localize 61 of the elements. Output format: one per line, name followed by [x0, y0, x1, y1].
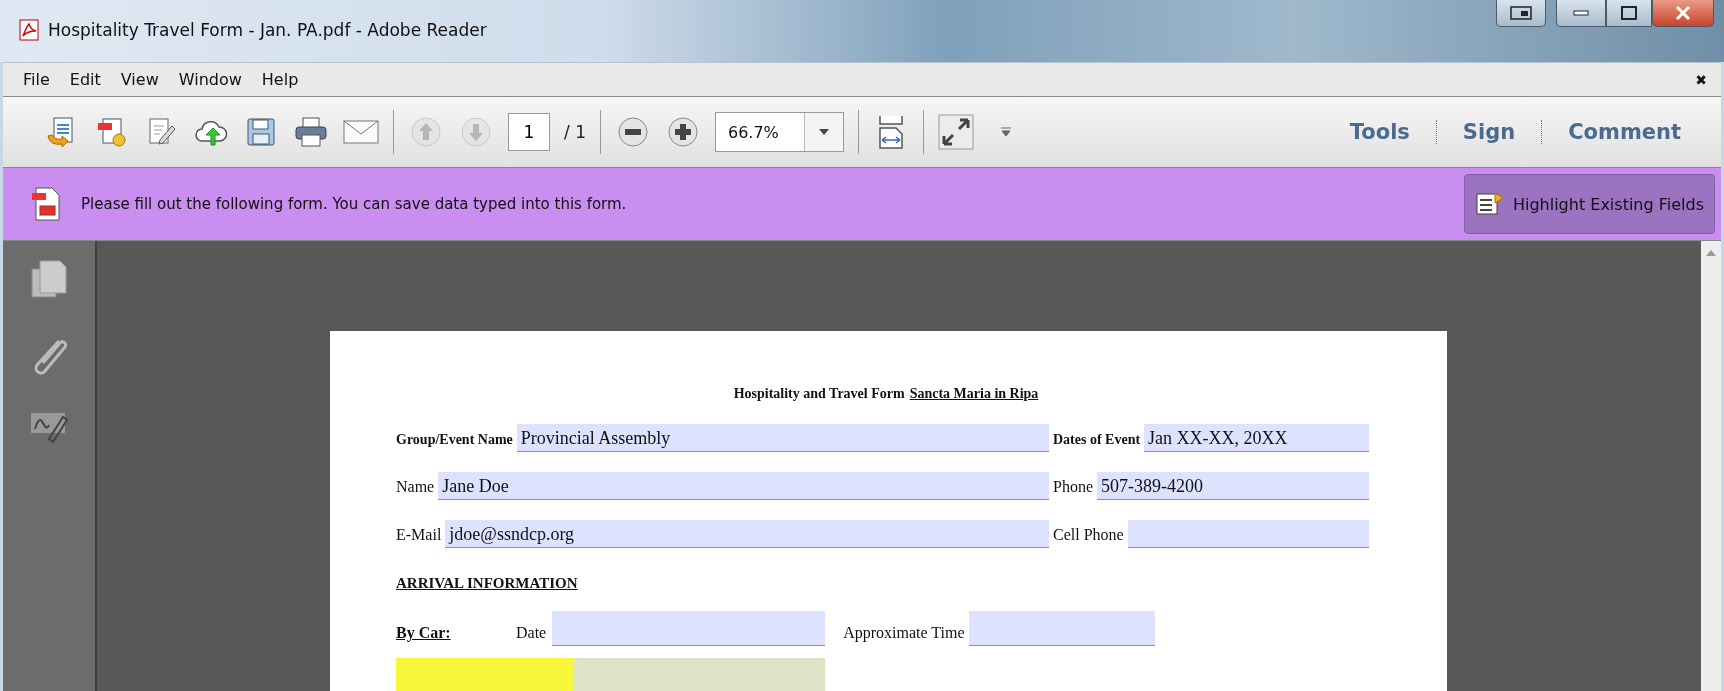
- field-label: E-Mail: [396, 526, 442, 545]
- document-pencil-icon[interactable]: [146, 116, 176, 148]
- pane-tab[interactable]: Sign: [1435, 120, 1542, 144]
- more-tools-icon[interactable]: [998, 126, 1013, 138]
- page-number-field[interactable]: 1: [508, 113, 550, 151]
- field-label: Name: [396, 478, 435, 497]
- form-field[interactable]: Jane Doe: [438, 472, 1049, 500]
- snap-window-button[interactable]: [1496, 0, 1546, 27]
- close-document-button[interactable]: ✖: [1695, 71, 1707, 88]
- menu-item[interactable]: Help: [251, 68, 309, 91]
- highlight-fields-icon: [1474, 191, 1505, 217]
- pages-icon[interactable]: [30, 259, 68, 299]
- window-title: Hospitality Travel Form - Jan. PA.pdf - Adobe Reader: [48, 20, 487, 40]
- form-field[interactable]: [1127, 520, 1369, 548]
- document-create-icon[interactable]: [46, 116, 76, 148]
- save-icon[interactable]: [246, 117, 276, 147]
- zoom-dropdown[interactable]: 66.7%: [714, 112, 844, 152]
- menu-item[interactable]: File: [13, 68, 60, 91]
- section-heading: ARRIVAL INFORMATION: [396, 575, 578, 592]
- document-gear-icon[interactable]: [95, 116, 127, 148]
- form-title: Hospitality and Travel Form: [733, 386, 905, 402]
- pane-tab[interactable]: Tools: [1323, 120, 1436, 144]
- field-label: Date: [516, 624, 547, 643]
- envelope-icon[interactable]: [343, 119, 379, 145]
- menu-item[interactable]: Edit: [59, 68, 111, 91]
- form-field[interactable]: 507-389-4200: [1097, 472, 1369, 500]
- form-field[interactable]: [574, 658, 825, 691]
- scroll-up-icon[interactable]: [1706, 249, 1716, 256]
- form-field[interactable]: jdoe@ssndcp.org: [445, 520, 1049, 548]
- zoom-in-icon[interactable]: [666, 116, 699, 148]
- field-label: Group/Event Name: [396, 432, 513, 449]
- menu-item[interactable]: View: [110, 68, 169, 91]
- maximize-button[interactable]: [1606, 0, 1652, 27]
- form-field[interactable]: [552, 611, 826, 646]
- travel-mode-label: By Car:: [396, 624, 452, 644]
- snap-icon: [1510, 6, 1532, 20]
- pdf-file-icon: [18, 19, 40, 41]
- menu-item[interactable]: Window: [168, 68, 252, 91]
- form-field[interactable]: Provincial Assembly: [516, 424, 1049, 452]
- minimize-icon: [1573, 10, 1589, 16]
- page-count: / 1: [564, 122, 586, 142]
- highlight-fields-button[interactable]: Highlight Existing Fields: [1463, 174, 1715, 234]
- close-icon: [1674, 5, 1692, 21]
- maximize-icon: [1621, 6, 1637, 20]
- form-notice-message: Please fill out the following form. You can save data typed into this form.: [81, 195, 627, 213]
- field-label: Dates of Event: [1053, 432, 1141, 449]
- field-label: Cell Phone: [1053, 526, 1124, 545]
- field-label: Phone: [1053, 478, 1093, 497]
- fit-width-icon[interactable]: [876, 114, 905, 150]
- full-screen-icon[interactable]: [937, 114, 974, 150]
- close-button[interactable]: [1652, 0, 1714, 27]
- form-place: Sancta Maria in Ripa: [909, 386, 1039, 402]
- form-field[interactable]: Jan XX-XX, 20XX: [1144, 424, 1369, 452]
- pane-tab[interactable]: Comment: [1541, 120, 1707, 144]
- field-label: Approximate Time: [843, 624, 965, 644]
- form-field[interactable]: [968, 611, 1155, 646]
- printer-icon[interactable]: [294, 116, 328, 148]
- zoom-out-icon[interactable]: [616, 116, 649, 148]
- caret-icon: [817, 128, 830, 136]
- form-document-icon: [31, 186, 61, 222]
- minimize-button[interactable]: [1556, 0, 1606, 27]
